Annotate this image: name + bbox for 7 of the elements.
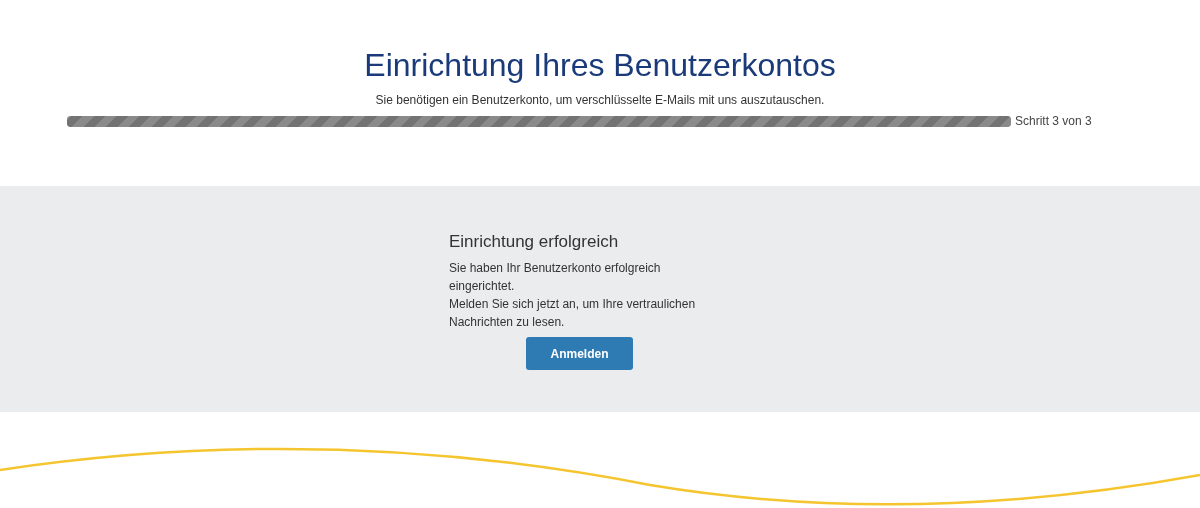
page-title: Einrichtung Ihres Benutzerkontos xyxy=(364,46,836,85)
progress-label: Schritt 3 von 3 xyxy=(1015,113,1092,130)
panel-text: Melden Sie sich jetzt an, um Ihre vertraulichen Nachrichten zu lesen. xyxy=(449,296,697,331)
page-subtitle: Sie benötigen ein Benutzerkonto, um verschlüsselte E-Mails mit uns auszutauschen. xyxy=(375,92,825,108)
login-button[interactable]: Anmelden xyxy=(526,337,633,370)
panel-heading: Einrichtung erfolgreich xyxy=(449,231,620,253)
panel-text: Sie haben Ihr Benutzerkonto erfolgreich eingerichtet. xyxy=(449,260,662,295)
